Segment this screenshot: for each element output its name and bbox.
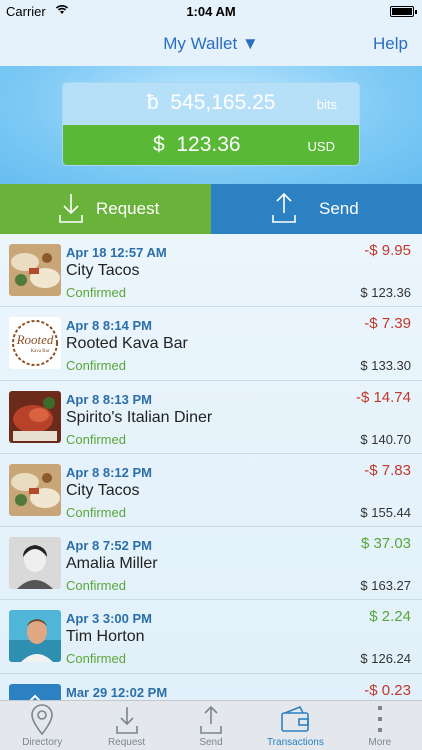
upload-icon [271, 191, 297, 230]
tab-label: Request [107, 737, 146, 748]
transaction-row[interactable]: Apr 8 8:13 PM Spirito's Italian Diner Co… [0, 381, 422, 454]
transaction-row[interactable]: Apr 18 12:57 AM City Tacos Confirmed -$ … [0, 234, 422, 308]
tab-request[interactable]: Request [84, 701, 168, 750]
contact-avatar [9, 610, 61, 663]
transaction-balance: $ 123.36 [360, 285, 411, 300]
transaction-balance: $ 140.70 [360, 431, 411, 447]
status-bar: Carrier 1:04 AM [0, 0, 422, 24]
transaction-status: Confirmed [66, 431, 126, 447]
transaction-amount: -$ 7.39 [364, 315, 411, 333]
help-button[interactable]: Help [373, 34, 408, 54]
rooted-logo-subtext: Kava Bar [30, 349, 49, 354]
usd-symbol: $ [153, 133, 165, 156]
wallet-selector[interactable]: My Wallet ▼ [0, 34, 422, 54]
bits-balance-row: ƀ 545,165.25 bits [63, 83, 359, 125]
transaction-amount: $ 37.03 [360, 535, 411, 553]
request-button[interactable]: Request [0, 184, 211, 234]
upload-icon [169, 704, 253, 739]
tab-label: Send [199, 737, 223, 748]
transaction-date: Apr 8 8:13 PM [66, 391, 152, 407]
tab-label: Transactions [266, 737, 324, 748]
tab-label: Directory [22, 737, 63, 748]
transaction-list[interactable]: Apr 18 12:57 AM City Tacos Confirmed -$ … [0, 234, 422, 700]
send-button[interactable]: Send [211, 184, 422, 234]
rooted-logo-text: Rooted [16, 332, 54, 347]
transaction-row[interactable]: Apr 8 7:52 PM Amalia Miller Confirmed $ … [0, 527, 422, 601]
transaction-status: Confirmed [66, 651, 126, 667]
more-dots-icon [338, 704, 422, 739]
transaction-balance: $ 163.27 [360, 578, 411, 594]
tab-send[interactable]: Send [169, 701, 253, 750]
transaction-balance: $ 133.30 [360, 358, 411, 374]
download-icon [84, 704, 168, 739]
balance-hero: ƀ 545,165.25 bits $ 123.36 USD [0, 66, 422, 184]
transaction-status: Confirmed [66, 358, 126, 374]
bits-amount: 545,165.25 [170, 91, 276, 114]
transaction-name: Tim Horton [66, 628, 145, 646]
download-icon [58, 191, 84, 230]
contact-avatar [9, 537, 61, 590]
transaction-balance: $ 155.44 [360, 504, 411, 520]
request-label: Request [96, 199, 160, 218]
transaction-date: Mar 29 12:02 PM [66, 684, 168, 700]
transaction-name: Spirito's Italian Diner [66, 408, 213, 426]
send-label: Send [319, 199, 359, 218]
balance-card[interactable]: ƀ 545,165.25 bits $ 123.36 USD [62, 82, 360, 166]
status-time: 1:04 AM [186, 4, 236, 19]
transaction-amount: -$ 0.23 [364, 681, 411, 699]
tab-more[interactable]: More [338, 701, 422, 750]
usd-amount: 123.36 [176, 133, 241, 156]
transaction-status: Confirmed [66, 504, 126, 520]
transaction-date: Apr 8 7:52 PM [66, 538, 152, 554]
bits-symbol: ƀ [147, 91, 159, 114]
transaction-row[interactable]: Apr 8 8:12 PM City Tacos Confirmed -$ 7.… [0, 454, 422, 528]
usd-balance-row: $ 123.36 USD [63, 125, 359, 165]
transaction-date: Apr 8 8:14 PM [66, 318, 152, 334]
transaction-row[interactable]: Apr 3 3:00 PM Tim Horton Confirmed $ 2.2… [0, 600, 422, 674]
merchant-avatar [9, 244, 61, 296]
transaction-amount: -$ 9.95 [364, 242, 411, 259]
transaction-date: Apr 18 12:57 AM [66, 245, 167, 260]
transaction-status: Confirmed [66, 285, 126, 300]
transaction-row[interactable]: Mar 29 12:02 PM -$ 0.23 [0, 674, 422, 700]
transaction-amount: $ 2.24 [369, 608, 411, 626]
transaction-icon [9, 683, 61, 700]
transaction-balance: $ 126.24 [360, 651, 411, 667]
transaction-name: City Tacos [66, 262, 140, 279]
transaction-name: Rooted Kava Bar [66, 335, 188, 353]
transaction-row[interactable]: Rooted Kava Bar Apr 8 8:14 PM Rooted Kava… [0, 307, 422, 381]
action-bar: Request Send [0, 184, 422, 234]
transaction-name: City Tacos [66, 481, 140, 499]
merchant-avatar [9, 463, 61, 516]
nav-bar: My Wallet ▼ Help [0, 24, 422, 66]
usd-unit: USD [307, 139, 335, 154]
transaction-amount: -$ 14.74 [355, 388, 411, 406]
rooted-logo: Rooted Kava Bar [9, 317, 61, 370]
merchant-avatar [9, 390, 61, 443]
battery-icon [390, 6, 417, 17]
transaction-name: Amalia Miller [66, 555, 158, 573]
transaction-date: Apr 8 8:12 PM [66, 464, 152, 480]
tab-directory[interactable]: Directory [0, 701, 84, 750]
wallet-icon [253, 704, 337, 739]
tab-bar: Directory Request Send Transactions More [0, 700, 422, 750]
transaction-status: Confirmed [66, 578, 126, 594]
tab-label: More [368, 737, 392, 748]
bits-unit: bits [316, 97, 337, 112]
tab-transactions[interactable]: Transactions [253, 701, 337, 750]
transaction-amount: -$ 7.83 [364, 461, 411, 479]
transaction-date: Apr 3 3:00 PM [66, 611, 152, 627]
map-pin-icon [0, 704, 84, 739]
